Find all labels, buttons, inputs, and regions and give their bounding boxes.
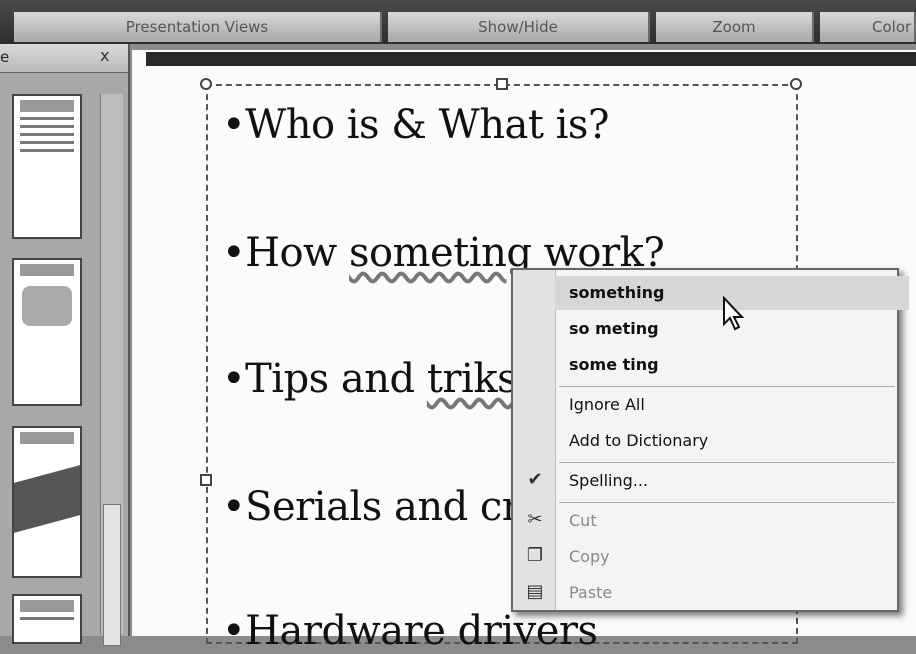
bullet-text[interactable]: •Serials and cra [222,484,544,530]
slides-panel: e x [0,44,130,646]
bullet-text[interactable]: •Who is & What is? [222,102,609,148]
slide-thumbnail[interactable] [12,94,82,239]
menu-separator [559,386,895,387]
ignore-all-item[interactable]: Ignore All [555,388,909,422]
ribbon-group-color: Color [820,12,916,42]
cut-item[interactable]: Cut [555,504,909,538]
spelling-item[interactable]: Spelling... [555,464,909,498]
close-panel-button[interactable]: x [100,46,109,65]
misspelled-word[interactable]: triks [427,356,518,402]
slide-thumbnail[interactable] [12,258,82,406]
ribbon-group-zoom: Zoom [656,12,814,42]
scrollbar-thumb[interactable] [103,504,121,646]
suggestion-some-ting[interactable]: some ting [555,348,909,382]
slide-title-bar [146,52,916,66]
slide-thumbnail[interactable] [12,426,82,578]
bullet-text[interactable]: •Tips and triks [222,356,518,402]
ribbon: Presentation Views Show/Hide Zoom Color [0,0,916,44]
slide-thumbnail[interactable] [12,594,82,644]
slides-tab[interactable]: e [0,48,9,66]
copy-item[interactable]: Copy [555,540,909,574]
paste-icon: ▤ [526,581,544,602]
spelling-context-menu: something so meting some ting Ignore All… [511,268,909,612]
paste-item[interactable]: Paste [555,576,909,610]
resize-handle[interactable] [496,78,508,90]
slides-scrollbar[interactable] [100,94,123,646]
ribbon-group-presentation-views: Presentation Views [14,12,382,42]
copy-icon: ❐ [526,545,544,566]
scissors-icon: ✂ [527,509,543,530]
menu-separator [559,462,895,463]
menu-separator [559,502,895,503]
spelling-check-icon: ✔ [527,469,543,490]
resize-handle[interactable] [200,78,212,90]
resize-handle[interactable] [200,474,212,486]
add-to-dictionary-item[interactable]: Add to Dictionary [555,424,909,458]
mouse-cursor-icon [723,296,745,331]
slides-panel-header: e x [0,44,128,73]
bullet-text[interactable]: •Hardware drivers [222,608,598,654]
misspelled-word[interactable]: someting [349,230,532,276]
resize-handle[interactable] [790,78,802,90]
ribbon-group-show-hide: Show/Hide [388,12,650,42]
